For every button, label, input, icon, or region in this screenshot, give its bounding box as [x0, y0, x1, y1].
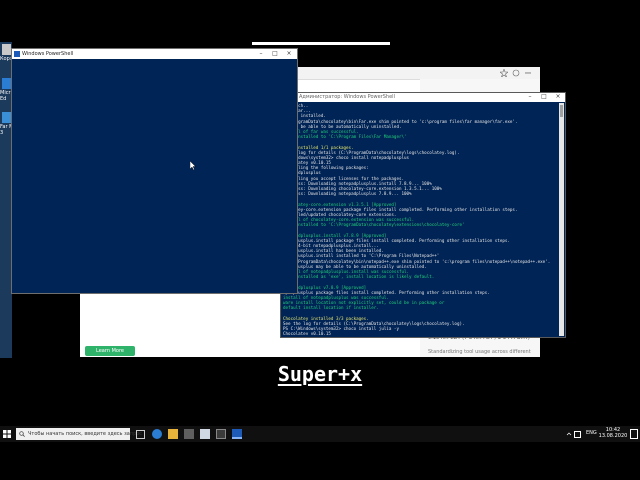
- file-explorer-icon[interactable]: [168, 429, 178, 439]
- terminal-icon[interactable]: [216, 429, 226, 439]
- window-title: Windows PowerShell: [22, 51, 74, 57]
- admin-powershell-window[interactable]: Администратор: Windows PowerShell – □ × …: [280, 92, 566, 338]
- store-icon[interactable]: [184, 429, 194, 439]
- share-icon[interactable]: [512, 69, 520, 77]
- search-icon: [19, 431, 25, 437]
- minimize-button[interactable]: –: [523, 93, 537, 100]
- shortcut-caption: Super+x: [277, 362, 363, 386]
- console-output[interactable]: e search..ling Far...s been installed.C:…: [283, 103, 559, 335]
- top-indicator-bar: [252, 42, 390, 45]
- maximize-button[interactable]: □: [268, 50, 282, 57]
- edge-icon[interactable]: [2, 78, 11, 89]
- clock[interactable]: 10:42 13.08.2020: [598, 427, 628, 439]
- console-line: Chocolatey v0.10.15: [283, 331, 331, 335]
- edge-icon[interactable]: [152, 429, 162, 439]
- mail-icon[interactable]: [200, 429, 210, 439]
- language-indicator[interactable]: ENG: [586, 430, 597, 436]
- windows-start-icon[interactable]: [2, 428, 12, 440]
- mouse-cursor-icon: [190, 161, 196, 170]
- powershell-icon: [14, 51, 20, 57]
- powershell-icon[interactable]: [232, 429, 242, 439]
- close-button[interactable]: ×: [551, 93, 565, 100]
- window-title: Администратор: Windows PowerShell: [299, 94, 395, 100]
- search-placeholder: Чтобы начать поиск, введите здесь запрос: [28, 431, 143, 437]
- learn-more-button[interactable]: Learn More: [85, 346, 135, 356]
- title-bar[interactable]: Windows PowerShell – □ ×: [12, 49, 297, 59]
- event-description: Standardizing tool usage across differen…: [428, 349, 531, 355]
- star-icon[interactable]: [500, 69, 508, 77]
- more-icon[interactable]: [524, 69, 532, 77]
- task-view-icon[interactable]: [136, 430, 145, 439]
- network-icon[interactable]: [574, 431, 581, 438]
- desktop-label-edge: Micr Ed: [0, 90, 11, 102]
- chevron-up-icon[interactable]: [566, 431, 572, 437]
- scrollbar[interactable]: [559, 103, 564, 336]
- powershell-window[interactable]: Windows PowerShell – □ ×: [11, 48, 298, 294]
- title-bar[interactable]: Администратор: Windows PowerShell – □ ×: [281, 93, 565, 102]
- notification-icon[interactable]: [630, 429, 638, 439]
- far-manager-icon[interactable]: [2, 112, 11, 123]
- search-box[interactable]: Чтобы начать поиск, введите здесь запрос: [16, 428, 142, 440]
- maximize-button[interactable]: □: [537, 93, 551, 100]
- scrollbar-thumb[interactable]: [560, 105, 563, 117]
- minimize-button[interactable]: –: [254, 50, 268, 57]
- close-button[interactable]: ×: [282, 50, 296, 57]
- recycle-bin-icon[interactable]: [2, 44, 11, 55]
- clock-date: 13.08.2020: [598, 433, 628, 439]
- taskbar: Чтобы начать поиск, введите здесь запрос…: [0, 426, 640, 442]
